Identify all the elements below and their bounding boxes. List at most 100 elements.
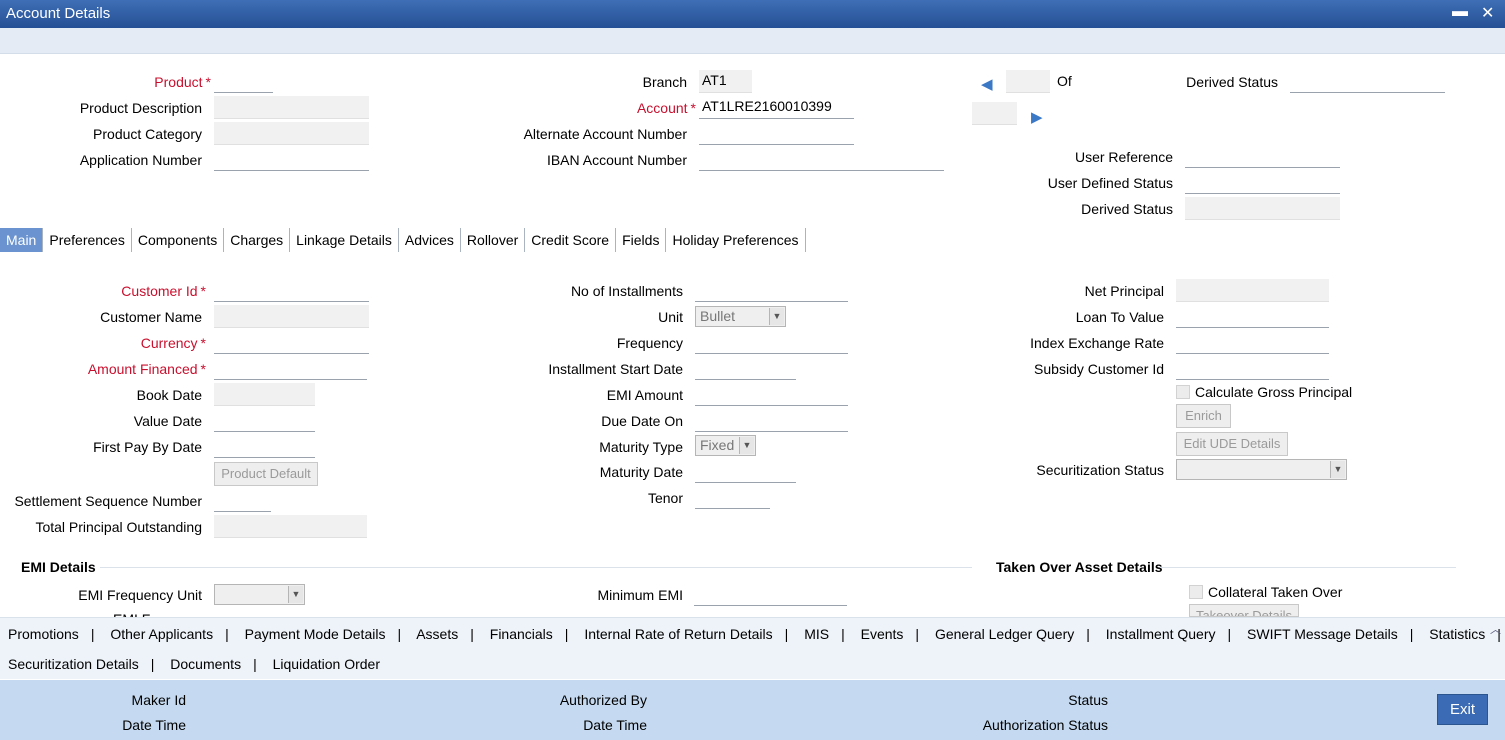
- emi-amount-input[interactable]: [695, 383, 848, 406]
- iban-input[interactable]: [699, 148, 944, 171]
- derived-status-field: [1290, 70, 1445, 93]
- tab-main[interactable]: Main: [0, 228, 44, 252]
- link-events[interactable]: Events: [861, 626, 904, 642]
- link-promotions[interactable]: Promotions: [8, 626, 79, 642]
- value-date-input[interactable]: [214, 409, 315, 432]
- branch-label: Branch: [642, 74, 687, 90]
- first-pay-by-date-input[interactable]: [214, 435, 315, 458]
- taken-over-heading: Taken Over Asset Details: [996, 559, 1163, 575]
- link-other-applicants[interactable]: Other Applicants: [110, 626, 213, 642]
- due-date-on-label: Due Date On: [601, 413, 683, 429]
- account-label: Account *: [636, 100, 696, 116]
- enrich-button[interactable]: Enrich: [1176, 404, 1231, 428]
- link-general-ledger-query[interactable]: General Ledger Query: [935, 626, 1074, 642]
- securitization-status-select[interactable]: ▼: [1176, 459, 1347, 480]
- emi-amount-label: EMI Amount: [606, 387, 683, 403]
- customer-id-input[interactable]: [214, 279, 369, 302]
- link-installment-query[interactable]: Installment Query: [1106, 626, 1216, 642]
- tab-linkage-details[interactable]: Linkage Details: [290, 228, 399, 252]
- settlement-sequence-input[interactable]: [214, 489, 271, 512]
- link-row-2: Securitization Details | Documents | Liqui…: [8, 656, 381, 672]
- value-date-label: Value Date: [133, 413, 202, 429]
- link-mis[interactable]: MIS: [804, 626, 829, 642]
- application-number-input[interactable]: [214, 148, 369, 171]
- tab-credit-score[interactable]: Credit Score: [525, 228, 617, 252]
- user-defined-status-input[interactable]: [1185, 171, 1340, 194]
- tab-charges[interactable]: Charges: [224, 228, 291, 252]
- account-input[interactable]: AT1LRE2160010399: [699, 96, 854, 119]
- minimum-emi-label: Minimum EMI: [597, 587, 683, 603]
- link-statistics[interactable]: Statistics: [1429, 626, 1485, 642]
- calculate-gross-principal-checkbox[interactable]: [1176, 385, 1190, 399]
- record-index-field: [1006, 70, 1050, 93]
- link-swift-message-details[interactable]: SWIFT Message Details: [1247, 626, 1398, 642]
- tab-preferences[interactable]: Preferences: [43, 228, 132, 252]
- product-description-field: [214, 96, 369, 119]
- product-input[interactable]: [214, 70, 273, 93]
- no-of-installments-input[interactable]: [695, 279, 848, 302]
- next-arrow-icon[interactable]: ▶: [1031, 108, 1043, 126]
- link-documents[interactable]: Documents: [170, 656, 241, 672]
- link-row-1: Promotions | Other Applicants | Payment Mo…: [8, 626, 1501, 642]
- link-liquidation-order[interactable]: Liquidation Order: [273, 656, 380, 672]
- maturity-type-value: Fixed: [700, 437, 735, 453]
- close-icon[interactable]: ✕: [1481, 3, 1494, 23]
- tab-bar: Main Preferences Components Charges Link…: [0, 228, 806, 252]
- alternate-account-input[interactable]: [699, 122, 854, 145]
- product-default-button[interactable]: Product Default: [214, 462, 318, 486]
- subsidy-customer-id-label: Subsidy Customer Id: [1034, 361, 1164, 377]
- authorized-by-label: Authorized By: [559, 692, 647, 708]
- window-titlebar: Account Details ▬ ✕: [0, 0, 1505, 28]
- settlement-sequence-label: Settlement Sequence Number: [14, 493, 202, 509]
- maturity-type-select[interactable]: Fixed ▼: [695, 435, 756, 456]
- calculate-gross-principal-label: Calculate Gross Principal: [1195, 384, 1353, 400]
- scroll-up-icon[interactable]: ︿: [1490, 621, 1501, 637]
- link-payment-mode-details[interactable]: Payment Mode Details: [245, 626, 386, 642]
- maturity-date-label: Maturity Date: [599, 464, 683, 480]
- book-date-label: Book Date: [136, 387, 202, 403]
- of-label: Of: [1057, 73, 1072, 89]
- minimum-emi-input[interactable]: [694, 583, 847, 606]
- user-reference-input[interactable]: [1185, 145, 1340, 168]
- due-date-on-input[interactable]: [695, 409, 848, 432]
- product-category-field: [214, 122, 369, 145]
- record-total-field: [972, 102, 1017, 125]
- no-of-installments-label: No of Installments: [570, 283, 683, 299]
- link-irr-details[interactable]: Internal Rate of Return Details: [584, 626, 772, 642]
- amount-financed-input[interactable]: [214, 357, 367, 380]
- total-principal-field: [214, 515, 367, 538]
- edit-ude-details-button[interactable]: Edit UDE Details: [1176, 432, 1288, 456]
- unit-label: Unit: [658, 309, 683, 325]
- unit-select[interactable]: Bullet ▼: [695, 306, 786, 327]
- tab-rollover[interactable]: Rollover: [461, 228, 526, 252]
- tab-fields[interactable]: Fields: [616, 228, 667, 252]
- tenor-input[interactable]: [695, 486, 770, 509]
- unit-value: Bullet: [700, 308, 736, 324]
- tab-holiday-preferences[interactable]: Holiday Preferences: [666, 228, 806, 252]
- collateral-taken-over-checkbox[interactable]: [1189, 585, 1203, 599]
- installment-start-date-input[interactable]: [695, 357, 796, 380]
- link-securitization-details[interactable]: Securitization Details: [8, 656, 139, 672]
- index-exchange-rate-input[interactable]: [1176, 331, 1329, 354]
- tab-components[interactable]: Components: [132, 228, 225, 252]
- maturity-date-input[interactable]: [695, 460, 796, 483]
- minimize-icon[interactable]: ▬: [1452, 3, 1468, 21]
- total-principal-label: Total Principal Outstanding: [35, 519, 202, 535]
- currency-input[interactable]: [214, 331, 369, 354]
- chevron-down-icon: ▼: [769, 308, 784, 325]
- exit-button[interactable]: Exit: [1437, 694, 1488, 725]
- checker-date-time-label: Date Time: [583, 717, 647, 733]
- derived-status-label: Derived Status: [1186, 74, 1278, 90]
- product-category-label: Product Category: [93, 126, 202, 142]
- previous-arrow-icon[interactable]: ◀: [981, 75, 993, 93]
- iban-label: IBAN Account Number: [546, 152, 687, 168]
- customer-name-field: [214, 305, 369, 328]
- frequency-input[interactable]: [695, 331, 848, 354]
- emi-frequency-unit-select[interactable]: ▼: [214, 584, 305, 605]
- takeover-details-button[interactable]: Takeover Details: [1189, 604, 1299, 617]
- loan-to-value-input[interactable]: [1176, 305, 1329, 328]
- tab-advices[interactable]: Advices: [399, 228, 461, 252]
- link-financials[interactable]: Financials: [490, 626, 553, 642]
- link-assets[interactable]: Assets: [416, 626, 458, 642]
- subsidy-customer-id-input[interactable]: [1176, 357, 1329, 380]
